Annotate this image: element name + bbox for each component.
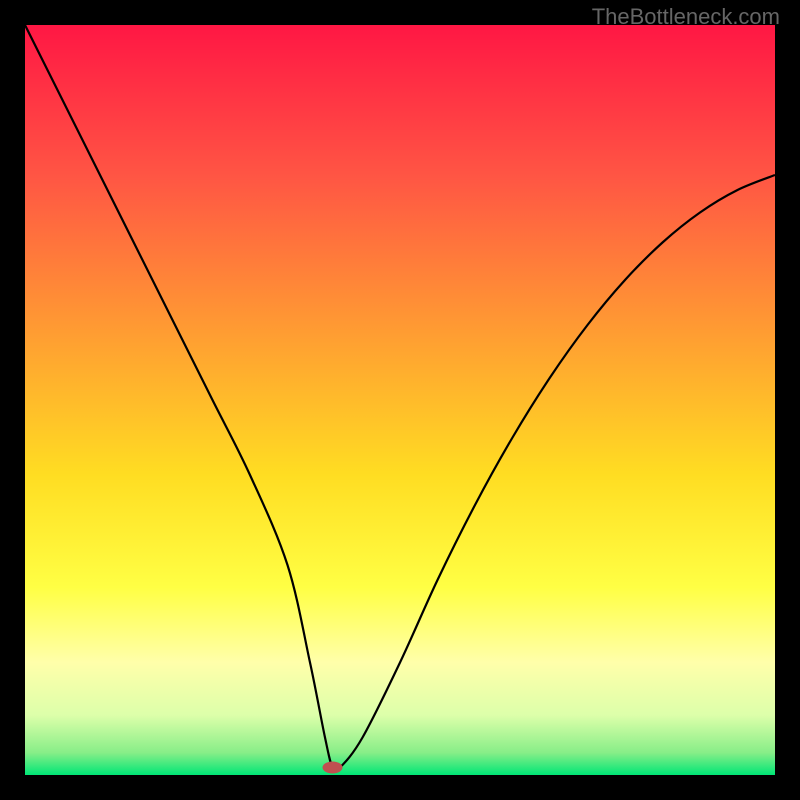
chart-container: TheBottleneck.com <box>0 0 800 800</box>
chart-svg <box>25 25 775 775</box>
optimal-marker <box>323 762 343 774</box>
plot-area <box>25 25 775 775</box>
watermark-text: TheBottleneck.com <box>592 4 780 30</box>
